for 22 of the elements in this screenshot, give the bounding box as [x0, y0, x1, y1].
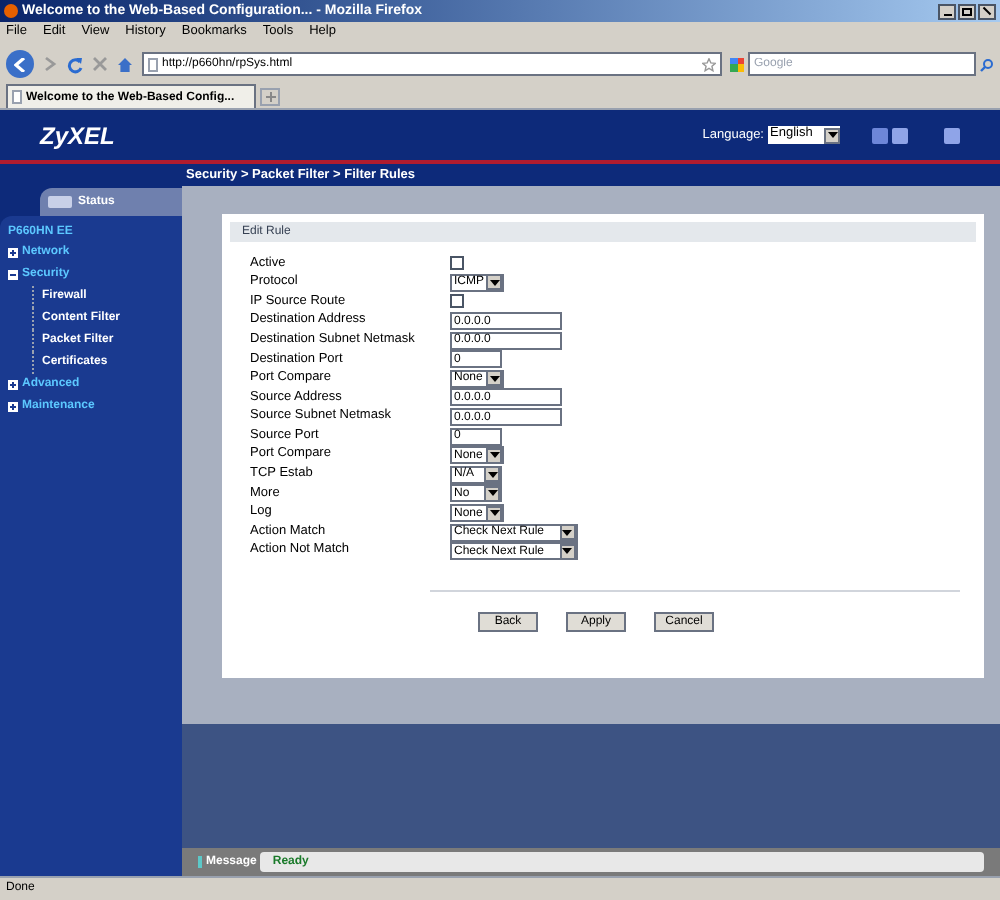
home-icon[interactable]	[116, 55, 134, 73]
close-icon[interactable]	[978, 3, 996, 19]
checkbox[interactable]	[450, 256, 464, 271]
expand-icon[interactable]	[8, 380, 18, 390]
back-icon[interactable]	[6, 50, 34, 78]
dropdown-arrow-icon	[486, 370, 503, 387]
expand-icon[interactable]	[8, 248, 18, 258]
firefox-icon	[4, 4, 18, 18]
checkbox[interactable]	[450, 294, 464, 309]
minimize-icon[interactable]	[938, 3, 956, 19]
logo: ZyXEL	[40, 123, 115, 147]
dropdown-arrow-icon	[824, 127, 840, 143]
star-icon[interactable]	[702, 57, 716, 71]
dropdown-arrow-icon	[486, 447, 503, 464]
dropdown-arrow-icon	[486, 505, 503, 522]
expand-icon[interactable]	[8, 402, 18, 412]
dropdown-arrow-icon	[486, 274, 503, 291]
maximize-icon[interactable]	[958, 3, 976, 19]
reload-icon[interactable]	[66, 55, 84, 73]
google-icon[interactable]	[730, 57, 744, 71]
collapse-icon[interactable]	[8, 270, 18, 280]
search-icon[interactable]	[980, 57, 994, 71]
